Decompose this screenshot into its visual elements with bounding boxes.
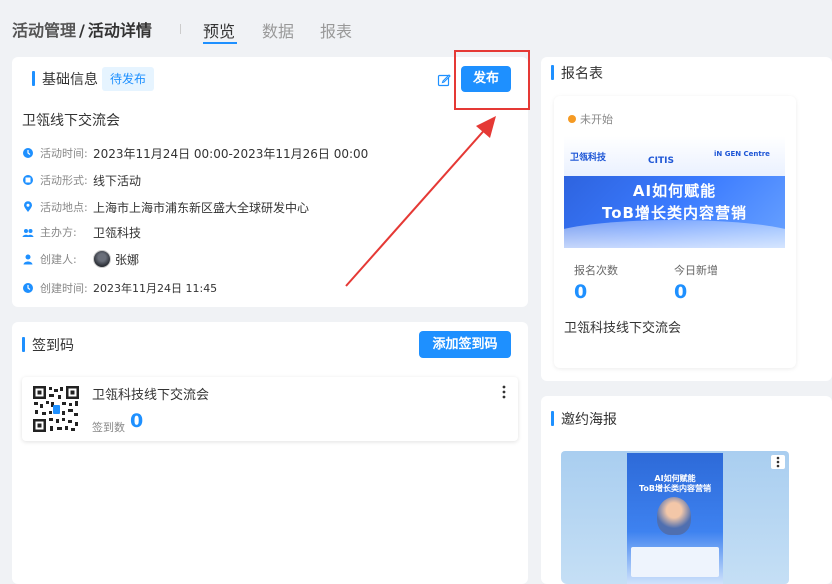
format-icon [23, 175, 33, 185]
poster-speaker-strip [631, 547, 719, 577]
info-label: 创建时间: [40, 282, 88, 295]
today-new-label: 今日新增 [674, 264, 718, 277]
publish-highlight-box [454, 50, 530, 110]
checkin-card [12, 322, 528, 584]
checkin-title: 签到码 [22, 335, 74, 355]
checkin-count-value: 0 [130, 410, 144, 432]
qr-code-icon [32, 385, 80, 433]
registration-title: 报名表 [551, 63, 603, 83]
info-value: 卫瓴科技 [93, 225, 142, 240]
registration-banner: 卫瓴科技 CITIS iN GEN Centre AI如何赋能 ToB增长类内容… [564, 136, 785, 248]
info-value: 上海市上海市浦东新区盛大全球研发中心 [93, 200, 310, 215]
poster-speaker-photo [657, 497, 691, 535]
user-icon [23, 254, 33, 265]
banner-logo-ingen: iN GEN Centre [714, 150, 770, 158]
breadcrumb-activity-management[interactable]: 活动管理 [12, 21, 76, 40]
basic-info-title: 基础信息 [32, 69, 98, 89]
tab-report[interactable]: 报表 [320, 18, 352, 42]
more-options-icon[interactable] [502, 385, 506, 399]
info-value: 2023年11月24日 00:00-2023年11月26日 00:00 [93, 146, 369, 161]
info-label: 活动时间: [40, 147, 88, 160]
registration-form-name: 卫瓴科技线下交流会 [564, 321, 682, 336]
banner-wave [564, 220, 785, 248]
poster-title: 邀约海报 [551, 409, 617, 429]
more-options-icon[interactable] [771, 455, 785, 469]
info-row-created-time: 创建时间: 2023年11月24日 11:45 [22, 279, 217, 297]
info-value: 线下活动 [93, 173, 142, 188]
tab-preview[interactable]: 预览 [203, 18, 235, 42]
banner-headline-1: AI如何赋能 [632, 182, 717, 200]
signup-count-label: 报名次数 [574, 264, 618, 277]
info-row-location: 活动地点: 上海市上海市浦东新区盛大全球研发中心 [22, 198, 309, 216]
group-icon [22, 229, 34, 237]
banner-logo-citis: CITIS [648, 156, 674, 166]
checkin-count-label: 签到数 [92, 421, 125, 434]
signup-count-value: 0 [574, 281, 588, 303]
status-text: 未开始 [580, 113, 613, 126]
info-value: 张娜 [115, 252, 140, 267]
breadcrumb-separator: / [79, 21, 85, 40]
annotation-arrow [345, 116, 496, 287]
info-row-format: 活动形式: 线下活动 [22, 171, 141, 189]
info-label: 活动地点: [40, 201, 88, 214]
info-label: 主办方: [40, 226, 77, 239]
banner-logo-weiling: 卫瓴科技 [570, 153, 607, 163]
poster-headline-2: ToB增长类内容营销 [639, 484, 711, 493]
tab-data[interactable]: 数据 [262, 18, 294, 42]
header-divider [180, 24, 181, 34]
checkin-item-name: 卫瓴科技线下交流会 [92, 388, 210, 403]
info-label: 创建人: [40, 253, 77, 266]
status-badge: 待发布 [102, 67, 155, 91]
location-pin-icon [24, 201, 32, 212]
breadcrumb: 活动管理 / 活动详情 [12, 17, 152, 41]
checkin-list-item[interactable]: 卫瓴科技线下交流会 签到数 0 [22, 377, 518, 441]
poster-card[interactable]: AI如何赋能 ToB增长类内容营销 [561, 443, 795, 584]
breadcrumb-activity-detail: 活动详情 [87, 21, 152, 40]
add-checkin-code-button[interactable]: 添加签到码 [419, 331, 511, 358]
event-name: 卫瓴线下交流会 [22, 113, 120, 129]
status-dot [568, 115, 576, 123]
registration-form-card[interactable]: 未开始 卫瓴科技 CITIS iN GEN Centre AI如何赋能 ToB增… [554, 96, 796, 368]
top-bar: 活动管理 / 活动详情 预览 数据 报表 [0, 0, 832, 52]
info-row-time: 活动时间: 2023年11月24日 00:00-2023年11月26日 00:0… [22, 144, 368, 162]
status-indicator: 未开始 [568, 111, 613, 127]
poster-image: AI如何赋能 ToB增长类内容营销 [627, 453, 723, 584]
info-row-organizer: 主办方: 卫瓴科技 [22, 223, 141, 241]
info-label: 活动形式: [40, 174, 88, 187]
info-value: 2023年11月24日 11:45 [93, 282, 218, 295]
avatar [93, 250, 111, 268]
clock-icon [23, 283, 33, 293]
info-row-creator: 创建人: 张娜 [22, 250, 139, 268]
today-new-value: 0 [674, 281, 688, 303]
active-tab-indicator [203, 42, 237, 44]
clock-icon [23, 148, 33, 158]
edit-icon[interactable] [437, 73, 451, 87]
